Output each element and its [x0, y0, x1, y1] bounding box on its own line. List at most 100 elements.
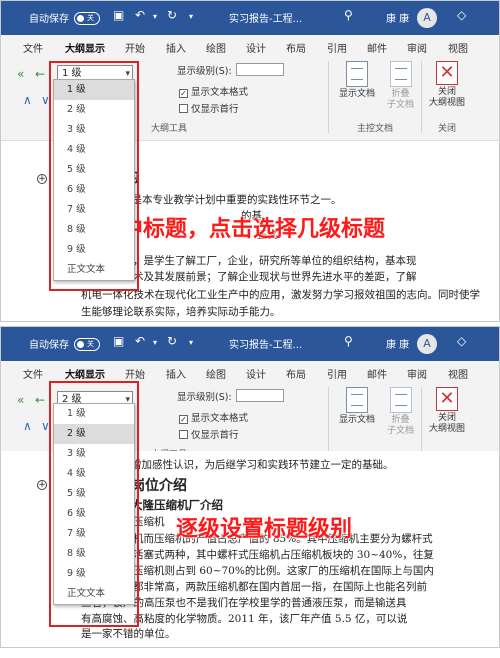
show-document-label: 显示文档 [339, 415, 376, 425]
subdocument-icon [389, 387, 412, 413]
autosave-toggle[interactable]: 关 [74, 338, 100, 351]
show-first-line-checkbox[interactable]: 仅显示首行 [179, 427, 239, 441]
tab-review[interactable]: 审阅 [407, 40, 427, 55]
doc-heading: 岗位介绍 [131, 478, 187, 494]
tab-layout[interactable]: 布局 [286, 40, 306, 55]
tab-file[interactable]: 文件 [23, 366, 43, 381]
undo-icon[interactable]: ↶ [135, 334, 145, 348]
ribbon-tabs: 文件 大纲显示 开始 插入 绘图 设计 布局 引用 邮件 审阅 视图 [1, 35, 499, 60]
collapse-subdoc-label-2: 子文档 [387, 426, 415, 436]
tab-draw[interactable]: 绘图 [206, 366, 226, 381]
avatar[interactable]: A [417, 8, 437, 28]
doc-line: 增加感性认识，为后继学习和实践环节建立一定的基础。 [131, 459, 394, 471]
tab-references[interactable]: 引用 [327, 366, 347, 381]
subdocument-icon [389, 61, 412, 87]
checkbox-unchecked-icon [179, 104, 188, 113]
tab-file[interactable]: 文件 [23, 40, 43, 55]
undo-dropdown-icon[interactable]: ▾ [153, 12, 157, 21]
user-name: 康 康 [386, 340, 410, 351]
promote-icon[interactable]: ← [35, 393, 45, 407]
highlight-frame [49, 381, 139, 627]
search-icon[interactable]: ⚲ [344, 334, 353, 348]
close-icon: ✕ [436, 387, 458, 411]
tab-layout[interactable]: 布局 [286, 366, 306, 381]
tab-home[interactable]: 开始 [125, 40, 145, 55]
checkbox-checked-icon: ✓ [179, 89, 188, 98]
undo-dropdown-icon[interactable]: ▾ [153, 338, 157, 347]
show-document-button[interactable]: 显示文档 [339, 387, 375, 426]
redo-icon[interactable]: ↻ [167, 334, 177, 348]
show-level-select[interactable] [235, 389, 284, 402]
doc-line: 都非常高，两款压缩机都在国内首屈一指，在国际上也能名列前 [133, 581, 427, 593]
autosave-label: 自动保存 [29, 14, 69, 25]
doc-line: 是一家不错的单位。 [81, 628, 176, 640]
show-level-control[interactable]: 显示级别(S): [177, 63, 284, 77]
close-outline-view-button[interactable]: ✕ 关闭 大纲视图 [429, 387, 465, 435]
show-text-format-label: 显示文本格式 [191, 87, 249, 98]
doc-line: ，是学生了解工厂，企业，研究所等单位的组织结构，基本现 [133, 255, 417, 267]
doc-line: 压缩机则占到 60~70%的比例。这家厂的压缩机在国际上与国内 [133, 565, 434, 577]
tab-home[interactable]: 开始 [125, 366, 145, 381]
tab-view[interactable]: 视图 [448, 40, 468, 55]
show-text-format-checkbox[interactable]: ✓ 显示文本格式 [179, 84, 248, 98]
expand-plus-icon[interactable]: + [37, 480, 47, 490]
doc-line: 习是本专业教学计划中重要的实践性环节之一。 [121, 194, 342, 206]
show-level-control[interactable]: 显示级别(S): [177, 389, 284, 403]
document-icon [346, 387, 368, 413]
tab-outline[interactable]: 大纲显示 [65, 40, 105, 60]
document-icon [346, 61, 368, 87]
show-text-format-checkbox[interactable]: ✓ 显示文本格式 [179, 410, 248, 424]
show-first-line-checkbox[interactable]: 仅显示首行 [179, 101, 239, 115]
promote-icon[interactable]: ← [35, 67, 45, 81]
collapse-subdoc-label-2: 子文档 [387, 100, 415, 110]
tab-insert[interactable]: 插入 [166, 40, 186, 55]
collapse-subdocuments-button[interactable]: 折叠 子文档 [387, 387, 414, 437]
promote-to-heading1-icon[interactable]: « [17, 393, 24, 407]
tab-outline[interactable]: 大纲显示 [65, 366, 105, 386]
save-icon[interactable]: ▣ [113, 8, 124, 22]
autosave-toggle[interactable]: 关 [74, 12, 100, 25]
tab-mailings[interactable]: 邮件 [367, 366, 387, 381]
tab-design[interactable]: 设计 [246, 40, 266, 55]
group-divider [328, 387, 329, 459]
close-outline-label-2: 大纲视图 [429, 98, 466, 108]
qat-customize-icon[interactable]: ▾ [189, 338, 193, 347]
search-icon[interactable]: ⚲ [344, 8, 353, 22]
document-title: 实习报告-工程... [229, 340, 303, 351]
show-document-label: 显示文档 [339, 89, 376, 99]
group-divider [421, 61, 422, 133]
expand-plus-icon[interactable]: + [37, 174, 47, 184]
tab-view[interactable]: 视图 [448, 366, 468, 381]
show-document-button[interactable]: 显示文档 [339, 61, 375, 100]
show-level-label: 显示级别(S): [177, 66, 232, 77]
tab-review[interactable]: 审阅 [407, 366, 427, 381]
title-bar: 自动保存 关 ▣ ↶ ▾ ↻ ▾ 实习报告-工程... ⚲ 康 康 A ◇ [1, 1, 499, 35]
diamond-icon[interactable]: ◇ [457, 8, 466, 22]
save-icon[interactable]: ▣ [113, 334, 124, 348]
tab-insert[interactable]: 插入 [166, 366, 186, 381]
group-divider [328, 61, 329, 133]
close-outline-view-button[interactable]: ✕ 关闭 大纲视图 [429, 61, 465, 109]
move-up-icon[interactable]: ∧ [23, 419, 32, 433]
tab-references[interactable]: 引用 [327, 40, 347, 55]
promote-to-heading1-icon[interactable]: « [17, 67, 24, 81]
group-label-master-document: 主控文档 [357, 124, 394, 134]
tab-mailings[interactable]: 邮件 [367, 40, 387, 55]
close-outline-label-2: 大纲视图 [429, 424, 466, 434]
redo-icon[interactable]: ↻ [167, 8, 177, 22]
doc-line: 术及其发展前景；了解企业现状与世界先进水平的差距，了解 [133, 271, 417, 283]
group-label-close: 关闭 [438, 124, 457, 134]
diamond-icon[interactable]: ◇ [457, 334, 466, 348]
ribbon-tabs: 文件 大纲显示 开始 插入 绘图 设计 布局 引用 邮件 审阅 视图 [1, 361, 499, 386]
group-divider [421, 387, 422, 459]
show-level-select[interactable] [235, 63, 284, 76]
tab-design[interactable]: 设计 [246, 366, 266, 381]
qat-customize-icon[interactable]: ▾ [189, 12, 193, 21]
collapse-subdoc-label-1: 折叠 [391, 415, 410, 425]
avatar[interactable]: A [417, 334, 437, 354]
collapse-subdocuments-button[interactable]: 折叠 子文档 [387, 61, 414, 111]
undo-icon[interactable]: ↶ [135, 8, 145, 22]
move-up-icon[interactable]: ∧ [23, 93, 32, 107]
annotation-text: 逐级设置标题级别 [176, 517, 353, 542]
tab-draw[interactable]: 绘图 [206, 40, 226, 55]
